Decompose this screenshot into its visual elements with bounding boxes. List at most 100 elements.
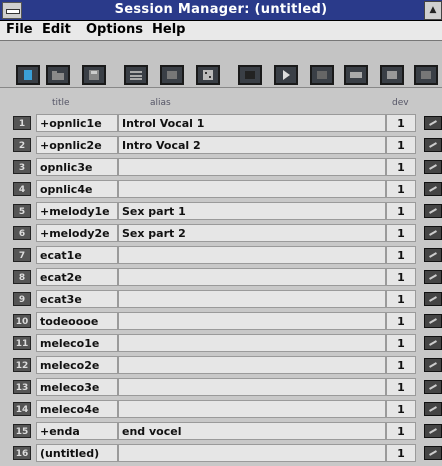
dev-cell[interactable]: 1 xyxy=(386,334,416,352)
track-settings-button[interactable] xyxy=(160,65,184,85)
edit-icon[interactable] xyxy=(424,204,442,218)
alias-cell[interactable] xyxy=(118,400,386,418)
edit-icon[interactable] xyxy=(424,358,442,372)
edit-icon[interactable] xyxy=(424,446,442,460)
header-dev: dev xyxy=(392,98,409,108)
dev-cell[interactable]: 1 xyxy=(386,224,416,242)
title-cell[interactable]: meleco2e xyxy=(36,356,118,374)
dev-cell[interactable]: 1 xyxy=(386,444,416,462)
edit-icon[interactable] xyxy=(424,292,442,306)
table-row[interactable]: 16 (untitled) 1 xyxy=(0,443,442,463)
table-row[interactable]: 15 +enda end vocel 1 xyxy=(0,421,442,441)
edit-icon[interactable] xyxy=(424,138,442,152)
table-row[interactable]: 5 +melody1e Sex part 1 1 xyxy=(0,201,442,221)
edit-icon[interactable] xyxy=(424,314,442,328)
table-row[interactable]: 1 +opnlic1e Introl Vocal 1 1 xyxy=(0,113,442,133)
table-row[interactable]: 12 meleco2e 1 xyxy=(0,355,442,375)
title-cell[interactable]: opnlic3e xyxy=(36,158,118,176)
dev-cell[interactable]: 1 xyxy=(386,158,416,176)
title-cell[interactable]: +enda xyxy=(36,422,118,440)
save-button[interactable] xyxy=(82,65,106,85)
alias-cell[interactable] xyxy=(118,268,386,286)
dev-cell[interactable]: 1 xyxy=(386,114,416,132)
edit-icon[interactable] xyxy=(424,336,442,350)
alias-cell[interactable] xyxy=(118,290,386,308)
table-row[interactable]: 7 ecat1e 1 xyxy=(0,245,442,265)
edit-icon[interactable] xyxy=(424,380,442,394)
mixer-button[interactable] xyxy=(196,65,220,85)
menu-file[interactable]: File xyxy=(6,22,33,37)
dev-cell[interactable]: 1 xyxy=(386,400,416,418)
new-button[interactable] xyxy=(16,65,40,85)
title-cell[interactable]: todeoooe xyxy=(36,312,118,330)
alias-cell[interactable] xyxy=(118,378,386,396)
dev-cell[interactable]: 1 xyxy=(386,180,416,198)
table-row[interactable]: 9 ecat3e 1 xyxy=(0,289,442,309)
menu-options[interactable]: Options xyxy=(86,22,143,37)
tool-button-12[interactable] xyxy=(414,65,438,85)
alias-cell[interactable]: Sex part 2 xyxy=(118,224,386,242)
table-row[interactable]: 6 +melody2e Sex part 2 1 xyxy=(0,223,442,243)
alias-cell[interactable] xyxy=(118,312,386,330)
title-cell[interactable]: opnlic4e xyxy=(36,180,118,198)
stop-button[interactable] xyxy=(238,65,262,85)
title-cell[interactable]: meleco3e xyxy=(36,378,118,396)
alias-cell[interactable] xyxy=(118,334,386,352)
menu-bar: File Edit Options Help xyxy=(0,21,442,41)
dev-cell[interactable]: 1 xyxy=(386,422,416,440)
dev-cell[interactable]: 1 xyxy=(386,136,416,154)
alias-cell[interactable] xyxy=(118,444,386,462)
table-row[interactable]: 14 meleco4e 1 xyxy=(0,399,442,419)
title-cell[interactable]: +opnlic1e xyxy=(36,114,118,132)
alias-cell[interactable] xyxy=(118,246,386,264)
alias-cell[interactable]: Intro Vocal 2 xyxy=(118,136,386,154)
table-row[interactable]: 4 opnlic4e 1 xyxy=(0,179,442,199)
table-row[interactable]: 3 opnlic3e 1 xyxy=(0,157,442,177)
edit-icon[interactable] xyxy=(424,226,442,240)
alias-cell[interactable]: end vocel xyxy=(118,422,386,440)
edit-icon[interactable] xyxy=(424,160,442,174)
menu-edit[interactable]: Edit xyxy=(42,22,71,37)
tool-button-10[interactable] xyxy=(344,65,368,85)
alias-cell[interactable]: Introl Vocal 1 xyxy=(118,114,386,132)
title-cell[interactable]: meleco1e xyxy=(36,334,118,352)
table-row[interactable]: 8 ecat2e 1 xyxy=(0,267,442,287)
edit-icon[interactable] xyxy=(424,116,442,130)
alias-cell[interactable] xyxy=(118,180,386,198)
open-button[interactable] xyxy=(46,65,70,85)
title-cell[interactable]: meleco4e xyxy=(36,400,118,418)
dev-cell[interactable]: 1 xyxy=(386,356,416,374)
title-cell[interactable]: ecat2e xyxy=(36,268,118,286)
edit-icon[interactable] xyxy=(424,270,442,284)
title-cell[interactable]: +melody1e xyxy=(36,202,118,220)
dev-cell[interactable]: 1 xyxy=(386,312,416,330)
alias-cell[interactable] xyxy=(118,158,386,176)
title-cell[interactable]: ecat1e xyxy=(36,246,118,264)
edit-icon[interactable] xyxy=(424,424,442,438)
dev-cell[interactable]: 1 xyxy=(386,290,416,308)
tool-button-9[interactable] xyxy=(310,65,334,85)
play-button[interactable] xyxy=(274,65,298,85)
table-row[interactable]: 11 meleco1e 1 xyxy=(0,333,442,353)
edit-icon[interactable] xyxy=(424,182,442,196)
dev-cell[interactable]: 1 xyxy=(386,268,416,286)
table-row[interactable]: 10 todeoooe 1 xyxy=(0,311,442,331)
table-row[interactable]: 2 +opnlic2e Intro Vocal 2 1 xyxy=(0,135,442,155)
dev-cell[interactable]: 1 xyxy=(386,202,416,220)
title-cell[interactable]: +opnlic2e xyxy=(36,136,118,154)
menu-help[interactable]: Help xyxy=(152,22,185,37)
alias-cell[interactable]: Sex part 1 xyxy=(118,202,386,220)
alias-cell[interactable] xyxy=(118,356,386,374)
tool-icon xyxy=(317,71,327,79)
dev-cell[interactable]: 1 xyxy=(386,246,416,264)
table-row[interactable]: 13 meleco3e 1 xyxy=(0,377,442,397)
title-cell[interactable]: ecat3e xyxy=(36,290,118,308)
tool-button-11[interactable] xyxy=(380,65,404,85)
maximize-button[interactable]: ▲ xyxy=(424,1,442,20)
title-cell[interactable]: (untitled) xyxy=(36,444,118,462)
dev-cell[interactable]: 1 xyxy=(386,378,416,396)
title-cell[interactable]: +melody2e xyxy=(36,224,118,242)
track-list-button[interactable] xyxy=(124,65,148,85)
edit-icon[interactable] xyxy=(424,402,442,416)
edit-icon[interactable] xyxy=(424,248,442,262)
